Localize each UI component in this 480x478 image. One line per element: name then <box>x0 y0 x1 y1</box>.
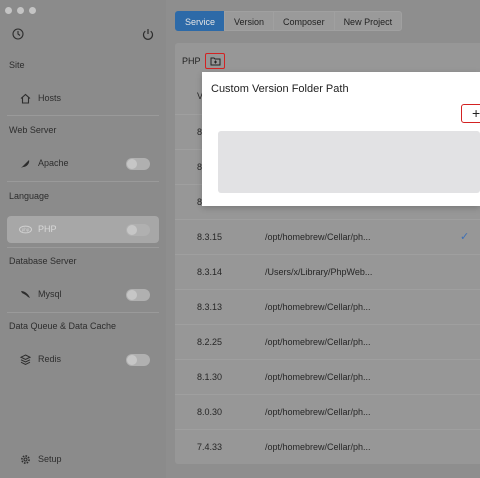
version-cell: 8.1.30 <box>197 372 223 382</box>
tab-version[interactable]: Version <box>224 11 275 31</box>
add-folder-button[interactable]: + <box>461 104 480 123</box>
gear-icon <box>21 455 30 464</box>
section-data-queue: Data Queue & Data Cache <box>9 321 117 331</box>
divider <box>7 181 159 182</box>
tab-composer[interactable]: Composer <box>273 11 335 31</box>
sidebar-item-hosts[interactable]: Hosts <box>7 85 159 112</box>
dolphin-icon <box>21 291 30 298</box>
section-language: Language <box>9 191 50 201</box>
minimize-window-button[interactable] <box>17 7 24 14</box>
sidebar-item-label: Hosts <box>38 93 62 103</box>
close-window-button[interactable] <box>5 7 12 14</box>
feather-icon <box>21 160 30 168</box>
sidebar-item-label: Redis <box>38 354 62 364</box>
divider <box>7 247 159 248</box>
version-cell: 8.0.30 <box>197 407 223 417</box>
table-row[interactable]: 8.1.30 /opt/homebrew/Cellar/ph... <box>175 359 480 394</box>
section-database-server: Database Server <box>9 256 77 266</box>
sidebar-item-label: PHP <box>38 224 57 234</box>
path-cell: /opt/homebrew/Cellar/ph... <box>265 232 371 242</box>
home-icon <box>20 93 31 104</box>
top-tabs: Service Version Composer New Project <box>175 11 403 31</box>
panel-title: PHP <box>182 56 201 66</box>
custom-folder-button[interactable] <box>205 53 225 69</box>
sidebar-item-redis[interactable]: Redis <box>7 346 159 373</box>
path-cell: /opt/homebrew/Cellar/ph... <box>265 337 371 347</box>
plus-icon: + <box>472 105 480 121</box>
sidebar-item-php[interactable]: php PHP <box>7 216 159 243</box>
path-cell: /opt/homebrew/Cellar/ph... <box>265 407 371 417</box>
version-cell: 7.4.33 <box>197 442 223 452</box>
custom-folder-dialog: Custom Version Folder Path + <box>202 72 480 206</box>
tab-new-project[interactable]: New Project <box>333 11 403 31</box>
sidebar-item-label: Apache <box>38 158 69 168</box>
sidebar-item-mysql[interactable]: Mysql <box>7 281 159 308</box>
sidebar: Site Hosts Web Server Apache Language ph… <box>0 0 166 478</box>
clock-icon[interactable] <box>11 27 25 41</box>
tab-service[interactable]: Service <box>175 11 226 31</box>
table-row[interactable]: 8.3.14 /Users/x/Library/PhpWeb... <box>175 254 480 289</box>
sidebar-item-apache[interactable]: Apache <box>7 150 159 177</box>
svg-text:php: php <box>22 227 30 232</box>
folder-plus-icon <box>210 57 221 66</box>
sidebar-item-label: Mysql <box>38 289 62 299</box>
version-cell: 8.2.25 <box>197 337 223 347</box>
check-icon: ✓ <box>460 231 470 243</box>
version-cell: 8.3.14 <box>197 267 223 277</box>
apache-toggle[interactable] <box>126 158 150 170</box>
section-site: Site <box>9 60 25 70</box>
layers-icon <box>19 354 32 365</box>
divider <box>7 115 159 116</box>
php-toggle[interactable] <box>126 224 150 236</box>
path-cell: /Users/x/Library/PhpWeb... <box>265 267 373 277</box>
php-logo-icon: php <box>19 225 32 234</box>
table-row[interactable]: 8.3.13 /opt/homebrew/Cellar/ph... <box>175 289 480 324</box>
sidebar-item-label: Setup <box>38 454 62 464</box>
section-web-server: Web Server <box>9 125 57 135</box>
power-icon[interactable] <box>141 27 155 41</box>
version-cell: 8.3.13 <box>197 302 223 312</box>
path-cell: /opt/homebrew/Cellar/ph... <box>265 442 371 452</box>
path-cell: /opt/homebrew/Cellar/ph... <box>265 372 371 382</box>
redis-toggle[interactable] <box>126 354 150 366</box>
table-row[interactable]: 8.0.30 /opt/homebrew/Cellar/ph... <box>175 394 480 429</box>
table-row[interactable]: 8.3.15 /opt/homebrew/Cellar/ph... ✓ <box>175 219 480 254</box>
path-cell: /opt/homebrew/Cellar/ph... <box>265 302 371 312</box>
table-row[interactable]: 7.4.33 /opt/homebrew/Cellar/ph... <box>175 429 480 464</box>
version-cell: 8.3.15 <box>197 232 223 242</box>
folder-list-area[interactable] <box>218 131 480 193</box>
table-row[interactable]: 8.2.25 /opt/homebrew/Cellar/ph... <box>175 324 480 359</box>
mysql-toggle[interactable] <box>126 289 150 301</box>
dialog-title: Custom Version Folder Path <box>211 83 349 95</box>
sidebar-item-setup[interactable]: Setup <box>7 446 159 473</box>
divider <box>7 312 159 313</box>
window-controls <box>5 7 36 14</box>
zoom-window-button[interactable] <box>29 7 36 14</box>
